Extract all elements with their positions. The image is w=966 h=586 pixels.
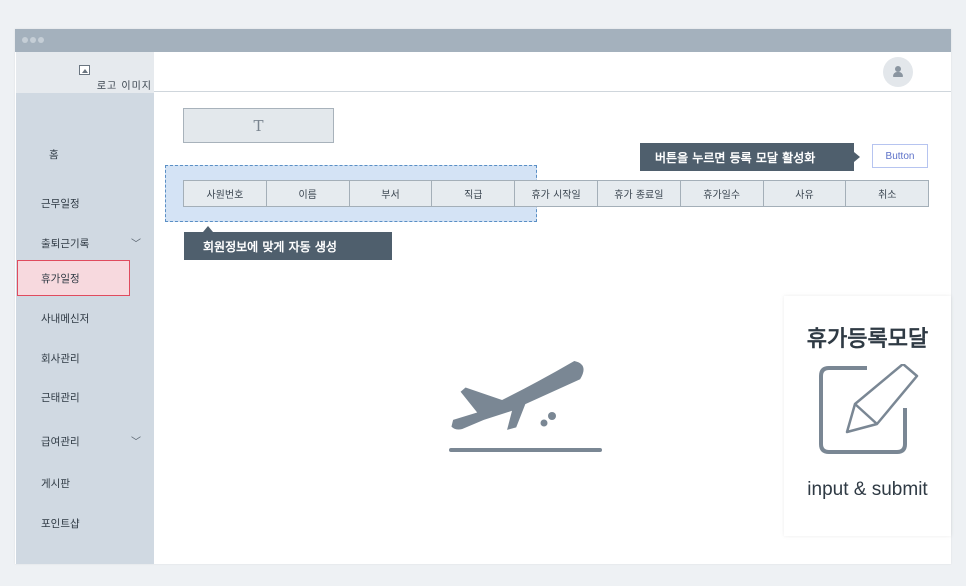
tooltip-arrow (854, 152, 860, 162)
column-header: 사유 (762, 180, 847, 207)
chevron-down-icon[interactable]: ﹀ (131, 433, 141, 448)
sidebar-item-board[interactable]: 게시판 (16, 473, 154, 493)
column-header: 휴가일수 (679, 180, 764, 207)
edit-icon (819, 364, 919, 454)
sidebar-item-messenger[interactable]: 사내메신저 (16, 308, 154, 328)
window-controls (22, 37, 44, 43)
sidebar-item-work-schedule[interactable]: 근무일정 (16, 193, 154, 213)
register-button[interactable]: Button (872, 144, 928, 168)
user-avatar[interactable] (883, 57, 913, 87)
text-placeholder: T (183, 108, 334, 143)
window-titlebar (15, 29, 951, 52)
modal-subtitle: input & submit (807, 479, 928, 500)
sidebar-item-label: 휴가일정 (41, 273, 80, 285)
sidebar-item-payroll[interactable]: 급여관리 ﹀ (16, 431, 154, 451)
tooltip-arrow (203, 226, 213, 232)
modal-title: 휴가등록모달 (806, 327, 929, 352)
app-window: 로고 이미지 홈 근무일정 출퇴근기록 ﹀ 휴가일정 사내메신저 회사관리 근태… (15, 29, 951, 564)
image-icon (79, 65, 90, 75)
user-icon-body (893, 72, 903, 77)
window-dot-maximize[interactable] (38, 37, 44, 43)
column-header: 부서 (348, 180, 433, 207)
sidebar-item-company-management[interactable]: 회사관리 (16, 348, 154, 368)
top-bar (154, 52, 951, 92)
column-header: 사원번호 (183, 180, 267, 207)
button-tooltip: 버튼을 누르면 등록 모달 활성화 (640, 143, 860, 171)
logo-text: 로고 이미지 (96, 81, 152, 92)
sidebar-item-home[interactable]: 홈 (16, 144, 154, 164)
auto-generate-tooltip: 회원정보에 맞게 자동 생성 (184, 226, 392, 260)
window-dot-minimize[interactable] (30, 37, 36, 43)
vacation-register-modal[interactable]: 휴가등록모달 input & submit (784, 296, 951, 536)
sidebar-item-label: 홈 (49, 149, 59, 161)
sidebar-item-label: 회사관리 (41, 353, 80, 365)
sidebar: 로고 이미지 홈 근무일정 출퇴근기록 ﹀ 휴가일정 사내메신저 회사관리 근태… (16, 52, 154, 564)
sidebar-item-label: 근무일정 (41, 198, 80, 210)
logo-placeholder[interactable]: 로고 이미지 (16, 52, 154, 93)
column-header: 취소 (845, 180, 930, 207)
column-header: 직급 (431, 180, 516, 207)
sidebar-item-label: 급여관리 (41, 436, 80, 448)
main-content: T 버튼을 누르면 등록 모달 활성화 Button 사원번호 이름 부서 직급… (154, 52, 951, 564)
sidebar-item-label: 포인트샵 (41, 518, 80, 530)
sidebar-item-label: 사내메신저 (41, 313, 90, 325)
sidebar-item-attendance-management[interactable]: 근태관리 (16, 387, 154, 407)
sidebar-item-attendance-log[interactable]: 출퇴근기록 ﹀ (16, 233, 154, 253)
button-tooltip-text: 버튼을 누르면 등록 모달 활성화 (655, 150, 816, 165)
window-dot-close[interactable] (22, 37, 28, 43)
column-header: 휴가 시작일 (514, 180, 598, 207)
sidebar-item-label: 게시판 (41, 478, 70, 490)
chevron-down-icon[interactable]: ﹀ (131, 235, 141, 250)
airplane-takeoff-icon (449, 361, 602, 452)
sidebar-item-label: 출퇴근기록 (41, 238, 90, 250)
auto-generate-tooltip-text: 회원정보에 맞게 자동 생성 (203, 239, 337, 254)
vacation-table-header: 사원번호 이름 부서 직급 휴가 시작일 휴가 종료일 휴가일수 사유 취소 (183, 180, 930, 207)
sidebar-item-point-shop[interactable]: 포인트샵 (16, 513, 154, 533)
sidebar-item-label: 근태관리 (41, 392, 80, 404)
column-header: 이름 (265, 180, 350, 207)
sidebar-item-vacation-schedule[interactable]: 휴가일정 (17, 260, 130, 296)
column-header: 휴가 종료일 (596, 180, 681, 207)
